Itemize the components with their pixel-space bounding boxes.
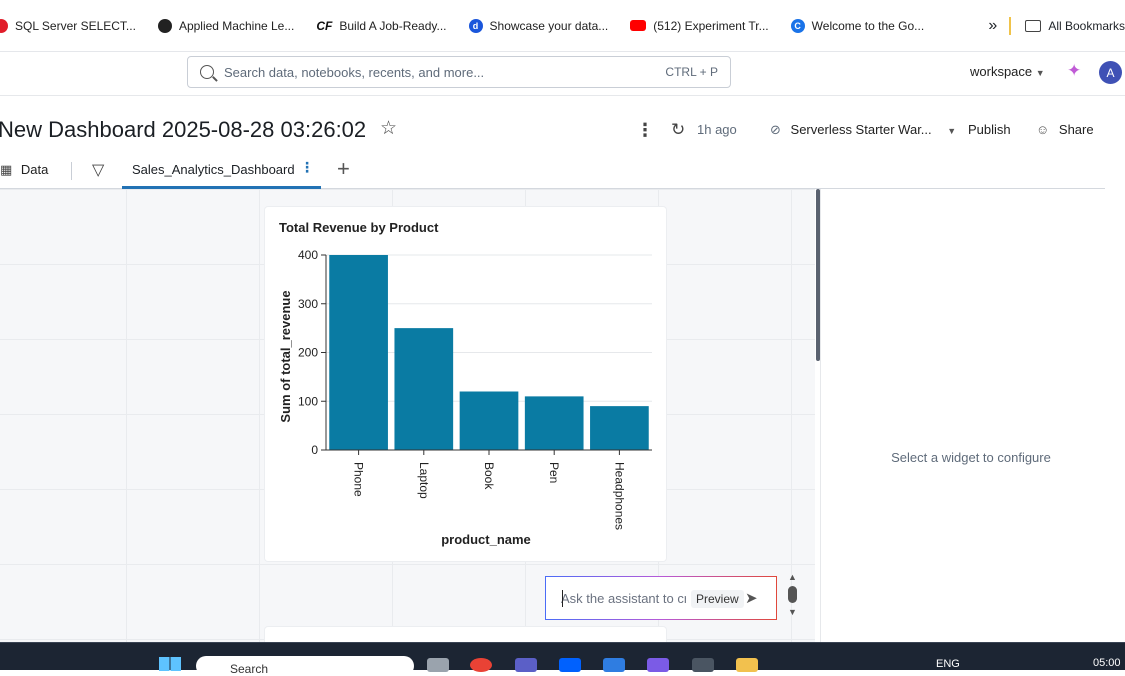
tab-divider — [71, 162, 72, 180]
avatar[interactable]: A — [1099, 61, 1122, 84]
taskbar-search[interactable]: Search — [196, 656, 414, 676]
bookmark-4[interactable]: d Showcase your data... — [468, 18, 609, 33]
chart-widget[interactable]: Total Revenue by Product 0 100 200 300 400 Ph… — [265, 207, 666, 561]
search-shortcut: CTRL + P — [665, 65, 718, 79]
chevron-down-icon: ▼ — [1035, 68, 1045, 78]
y-tick-label: 0 — [311, 443, 318, 457]
tab-kebab-icon[interactable]: ⋮ — [300, 159, 314, 176]
y-tick-label: 200 — [298, 346, 318, 360]
assistant-input[interactable]: Ask the assistant to create Preview ➤ — [545, 576, 777, 620]
tab-data[interactable]: ▦ Data — [0, 162, 48, 178]
bookmark-6[interactable]: C Welcome to the Go... — [790, 18, 925, 33]
y-axis-title: Sum of total_revenue — [278, 290, 293, 422]
y-tick-label: 300 — [298, 297, 318, 311]
x-tick-label: Laptop — [417, 462, 431, 499]
y-tick-label: 400 — [298, 248, 318, 262]
cf-icon: CF — [316, 18, 333, 33]
bookmark-label: Applied Machine Le... — [178, 18, 295, 33]
canvas-scrollbar[interactable] — [816, 189, 820, 361]
bar — [524, 396, 584, 450]
preview-badge: Preview — [691, 590, 744, 608]
top-bar: Search data, notebooks, recents, and mor… — [0, 52, 1125, 96]
bookmark-label: Welcome to the Go... — [811, 18, 925, 33]
all-bookmarks-button[interactable]: All Bookmarks — [1048, 19, 1125, 33]
filter-icon[interactable]: ▽ — [92, 160, 104, 180]
bar — [329, 255, 388, 450]
bar — [590, 406, 649, 450]
publish-button[interactable]: Publish — [968, 122, 1011, 137]
x-tick-label: Phone — [352, 462, 366, 497]
bookmark-5[interactable]: (512) Experiment Tr... — [630, 18, 769, 33]
assistant-scrollbar[interactable]: ▲ ▼ — [786, 572, 798, 620]
bookmarks-bar: SQL Server SELECT... Applied Machine Le.… — [0, 0, 1125, 52]
red-dot-icon — [0, 18, 8, 33]
tab-bar: ▦ Data ▽ Sales_Analytics_Dashboard ⋮ + — [0, 154, 1105, 189]
workspace-label: workspace — [970, 64, 1033, 79]
bar — [459, 391, 519, 450]
search-icon — [200, 65, 214, 79]
bar-chart: 0 100 200 300 400 Phone Laptop Book Pen Headphone… — [278, 248, 652, 547]
warehouse-label: Serverless Starter War... — [790, 122, 932, 137]
config-panel: Select a widget to configure — [821, 189, 1125, 642]
os-taskbar: Search ENG 05:00 — [0, 642, 1125, 676]
language-indicator[interactable]: ENG — [936, 658, 960, 670]
page-title[interactable]: New Dashboard 2025-08-28 03:26:02 — [0, 117, 366, 143]
x-tick-label: Headphones — [612, 462, 626, 530]
bookmark-label: Build A Job-Ready... — [339, 18, 447, 33]
youtube-icon — [630, 20, 647, 31]
tab-data-label: Data — [20, 162, 49, 177]
search-input[interactable]: Search data, notebooks, recents, and mor… — [187, 56, 731, 88]
scroll-down-icon[interactable]: ▼ — [788, 607, 797, 617]
c-icon: C — [790, 18, 805, 33]
x-tick-label: Book — [482, 462, 496, 490]
plug-icon: ⊘ — [770, 122, 781, 137]
config-empty-message: Select a widget to configure — [891, 450, 1051, 465]
bookmarks-divider — [1009, 16, 1012, 35]
workspace-switcher[interactable]: workspace ▼ — [970, 64, 1045, 79]
send-icon[interactable]: ➤ — [745, 589, 758, 607]
clock[interactable]: 05:00 — [1093, 657, 1121, 669]
y-tick-label: 100 — [298, 394, 318, 408]
add-tab-button[interactable]: + — [337, 156, 350, 182]
tab-sales-analytics-dashboard[interactable]: Sales_Analytics_Dashboard ⋮ — [122, 154, 321, 189]
dashboard-header: New Dashboard 2025-08-28 03:26:02 ☆ ⋮ ↻ … — [0, 104, 1125, 154]
table-icon: ▦ — [0, 162, 13, 177]
share-label: Share — [1058, 122, 1094, 137]
last-refreshed: 1h ago — [697, 122, 737, 137]
bookmark-1[interactable]: SQL Server SELECT... — [0, 18, 136, 33]
share-people-icon: ☺ — [1036, 122, 1050, 137]
tab-label: Sales_Analytics_Dashboard — [132, 162, 295, 177]
d-icon: d — [468, 18, 483, 33]
refresh-icon[interactable]: ↻ — [671, 120, 685, 140]
assistant-placeholder: Ask the assistant to create — [561, 591, 686, 606]
search-placeholder: Search data, notebooks, recents, and mor… — [224, 64, 485, 80]
folder-icon — [1025, 19, 1042, 32]
bookmark-3[interactable]: CF Build A Job-Ready... — [316, 19, 446, 33]
assistant-sparkle-icon[interactable]: ✦ — [1067, 61, 1081, 81]
x-tick-label: Pen — [547, 462, 561, 483]
bookmark-label: SQL Server SELECT... — [15, 18, 136, 33]
more-bookmarks-button[interactable]: » — [988, 17, 997, 35]
text-caret — [562, 590, 563, 607]
windows-start-icon[interactable] — [159, 657, 181, 671]
x-axis-title: product_name — [441, 532, 531, 547]
scroll-thumb[interactable] — [788, 586, 797, 603]
chevron-down-icon: ▼ — [947, 126, 957, 136]
star-icon[interactable]: ☆ — [380, 117, 397, 140]
bookmark-2[interactable]: Applied Machine Le... — [157, 18, 295, 33]
warehouse-selector[interactable]: ⊘ Serverless Starter War... ▼ — [770, 122, 956, 138]
globe-icon — [157, 18, 172, 33]
scroll-up-icon[interactable]: ▲ — [788, 572, 797, 582]
bar — [394, 328, 454, 450]
bookmark-label: (512) Experiment Tr... — [653, 18, 769, 33]
kebab-menu-icon[interactable]: ⋮ — [636, 120, 654, 141]
bookmark-label: Showcase your data... — [489, 18, 609, 33]
share-button[interactable]: ☺ Share — [1036, 122, 1094, 137]
